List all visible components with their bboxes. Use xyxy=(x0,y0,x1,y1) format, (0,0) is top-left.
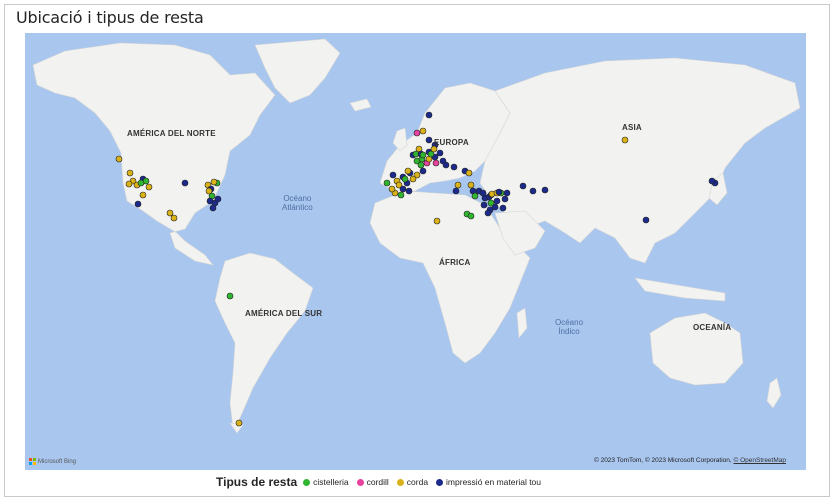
location-point[interactable] xyxy=(452,187,460,195)
location-point[interactable] xyxy=(419,127,427,135)
label-oceania: OCEANÍA xyxy=(693,323,732,332)
land-north-america xyxy=(32,42,276,266)
location-point[interactable] xyxy=(708,177,716,185)
label-indian-ocean: Océano Índico xyxy=(555,318,584,336)
legend-label: corda xyxy=(406,477,429,487)
microsoft-bing-logo: Microsoft Bing xyxy=(29,458,76,465)
location-point[interactable] xyxy=(529,187,537,195)
location-point[interactable] xyxy=(413,129,421,137)
location-point[interactable] xyxy=(432,159,440,167)
location-point[interactable] xyxy=(125,180,133,188)
location-point[interactable] xyxy=(404,167,412,175)
location-point[interactable] xyxy=(126,169,134,177)
location-point[interactable] xyxy=(134,200,142,208)
location-point[interactable] xyxy=(209,204,217,212)
label-europe: EUROPA xyxy=(434,138,469,147)
location-point[interactable] xyxy=(425,111,433,119)
legend-item-impressio[interactable]: impressió en material tou xyxy=(436,477,541,487)
land-masses xyxy=(32,38,801,434)
location-point[interactable] xyxy=(465,169,473,177)
location-point[interactable] xyxy=(214,195,222,203)
visual-title: Ubicació i tipus de resta xyxy=(16,8,204,27)
label-atlantic-ocean: Océano Atlántico xyxy=(282,194,313,212)
legend-dot xyxy=(356,478,364,486)
legend-item-cordill[interactable]: cordill xyxy=(356,477,389,487)
land-new-zealand xyxy=(766,377,782,409)
location-point[interactable] xyxy=(501,195,509,203)
location-point[interactable] xyxy=(499,204,507,212)
map-legend: Tipus de resta cistelleria cordill corda… xyxy=(216,475,549,489)
location-point[interactable] xyxy=(383,179,391,187)
location-point[interactable] xyxy=(226,292,234,300)
land-indonesia xyxy=(634,277,726,302)
location-point[interactable] xyxy=(399,185,407,193)
label-north-america: AMÉRICA DEL NORTE xyxy=(127,129,216,138)
location-point[interactable] xyxy=(401,175,409,183)
location-point[interactable] xyxy=(439,157,447,165)
location-point[interactable] xyxy=(115,155,123,163)
location-point[interactable] xyxy=(409,175,417,183)
location-point[interactable] xyxy=(621,136,629,144)
location-point[interactable] xyxy=(642,216,650,224)
openstreetmap-link[interactable]: © OpenStreetMap xyxy=(734,457,786,464)
location-point[interactable] xyxy=(450,163,458,171)
bing-label: Microsoft Bing xyxy=(38,458,77,465)
location-point[interactable] xyxy=(417,161,425,169)
location-point[interactable] xyxy=(480,201,488,209)
land-iceland xyxy=(349,98,372,112)
copyright-text: © 2023 TomTom, © 2023 Microsoft Corporat… xyxy=(593,457,732,464)
location-point[interactable] xyxy=(145,183,153,191)
location-point[interactable] xyxy=(479,189,487,197)
location-point[interactable] xyxy=(137,179,145,187)
location-point[interactable] xyxy=(436,149,444,157)
location-point[interactable] xyxy=(181,179,189,187)
location-point[interactable] xyxy=(389,171,397,179)
legend-title: Tipus de resta xyxy=(216,475,298,489)
label-south-america: AMÉRICA DEL SUR xyxy=(245,309,323,318)
location-point[interactable] xyxy=(139,191,147,199)
location-point[interactable] xyxy=(487,199,495,207)
land-madagascar xyxy=(516,307,528,339)
location-point[interactable] xyxy=(433,217,441,225)
location-point[interactable] xyxy=(210,178,218,186)
location-point[interactable] xyxy=(235,419,243,427)
label-africa: ÁFRICA xyxy=(439,258,471,267)
legend-item-cistelleria[interactable]: cistelleria xyxy=(303,477,349,487)
map-visual[interactable]: AMÉRICA DEL NORTE EUROPA ASIA ÁFRICA AMÉ… xyxy=(25,33,806,470)
legend-dot xyxy=(396,478,404,486)
location-point[interactable] xyxy=(397,191,405,199)
label-asia: ASIA xyxy=(622,123,642,132)
location-point[interactable] xyxy=(541,186,549,194)
location-point[interactable] xyxy=(388,185,396,193)
location-point[interactable] xyxy=(467,212,475,220)
legend-label: cistelleria xyxy=(313,477,349,487)
location-point[interactable] xyxy=(425,136,433,144)
world-map-canvas[interactable] xyxy=(25,33,806,470)
location-point[interactable] xyxy=(405,187,413,195)
location-point[interactable] xyxy=(454,181,462,189)
legend-label: cordill xyxy=(366,477,389,487)
location-point[interactable] xyxy=(471,192,479,200)
location-point[interactable] xyxy=(493,197,501,205)
location-point[interactable] xyxy=(419,151,427,159)
location-point[interactable] xyxy=(419,167,427,175)
location-point[interactable] xyxy=(519,182,527,190)
legend-dot xyxy=(303,478,311,486)
map-copyright: © 2023 TomTom, © 2023 Microsoft Corporat… xyxy=(594,457,786,464)
location-point[interactable] xyxy=(166,209,174,217)
location-point[interactable] xyxy=(495,188,503,196)
location-point[interactable] xyxy=(205,187,213,195)
location-point[interactable] xyxy=(467,181,475,189)
legend-label: impressió en material tou xyxy=(446,477,542,487)
location-point[interactable] xyxy=(170,214,178,222)
legend-item-corda[interactable]: corda xyxy=(396,477,429,487)
windows-icon xyxy=(29,458,36,465)
location-point[interactable] xyxy=(503,189,511,197)
land-south-america xyxy=(214,252,314,429)
location-point[interactable] xyxy=(484,209,492,217)
legend-dot xyxy=(436,478,444,486)
